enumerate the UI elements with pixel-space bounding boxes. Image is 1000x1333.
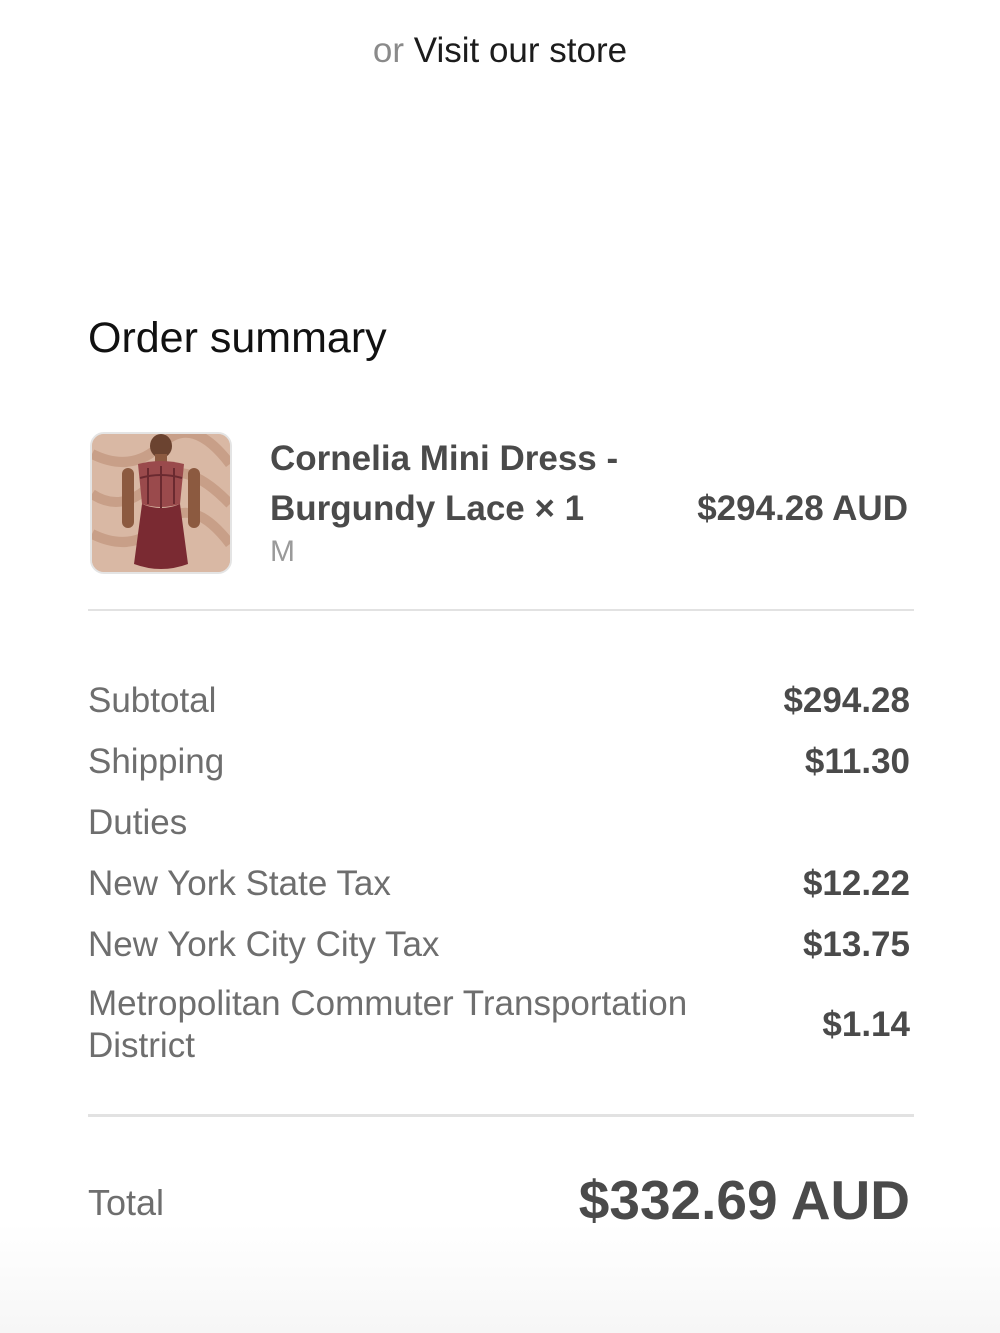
duties-label: Duties: [88, 802, 188, 842]
or-text: or: [372, 31, 405, 70]
order-line-item: Cornelia Mini Dress - Burgundy Lace × 1 …: [88, 430, 912, 580]
mctd-tax-label: Metropolitan Commuter Transportation Dis…: [88, 984, 688, 1065]
duties-row: Duties: [88, 792, 912, 853]
visit-store-link[interactable]: Visit our store: [414, 31, 627, 70]
nyc-city-tax-label: New York City City Tax: [88, 924, 440, 964]
product-price: $294.28 AUD: [697, 489, 908, 528]
shipping-label: Shipping: [88, 741, 225, 781]
order-summary-title: Order summary: [88, 314, 387, 362]
total-label: Total: [88, 1182, 165, 1223]
nyc-city-tax-value: $13.75: [802, 924, 910, 964]
product-variant: M: [270, 535, 295, 568]
subtotal-row: Subtotal $294.28: [88, 670, 912, 731]
mctd-tax-value: $1.14: [822, 1005, 910, 1044]
subtotal-label: Subtotal: [88, 680, 217, 720]
mctd-tax-row: Metropolitan Commuter Transportation Dis…: [88, 979, 912, 1071]
nyc-city-tax-row: New York City City Tax $13.75: [88, 914, 912, 975]
shipping-value: $11.30: [804, 741, 910, 781]
divider: [88, 609, 914, 611]
visit-store-row: or Visit our store: [0, 30, 1000, 72]
total-row: Total $332.69 AUD: [88, 1160, 912, 1240]
cost-breakdown: Subtotal $294.28 Shipping $11.30 Duties …: [88, 670, 912, 1071]
product-image: [92, 434, 230, 572]
ny-state-tax-value: $12.22: [802, 863, 910, 903]
product-name: Cornelia Mini Dress - Burgundy Lace × 1: [270, 439, 619, 528]
divider: [88, 1114, 914, 1117]
total-value: $332.69 AUD: [578, 1169, 910, 1231]
product-thumbnail: [90, 432, 232, 574]
ny-state-tax-label: New York State Tax: [88, 863, 391, 903]
subtotal-value: $294.28: [783, 680, 910, 720]
ny-state-tax-row: New York State Tax $12.22: [88, 853, 912, 914]
shipping-row: Shipping $11.30: [88, 731, 912, 792]
